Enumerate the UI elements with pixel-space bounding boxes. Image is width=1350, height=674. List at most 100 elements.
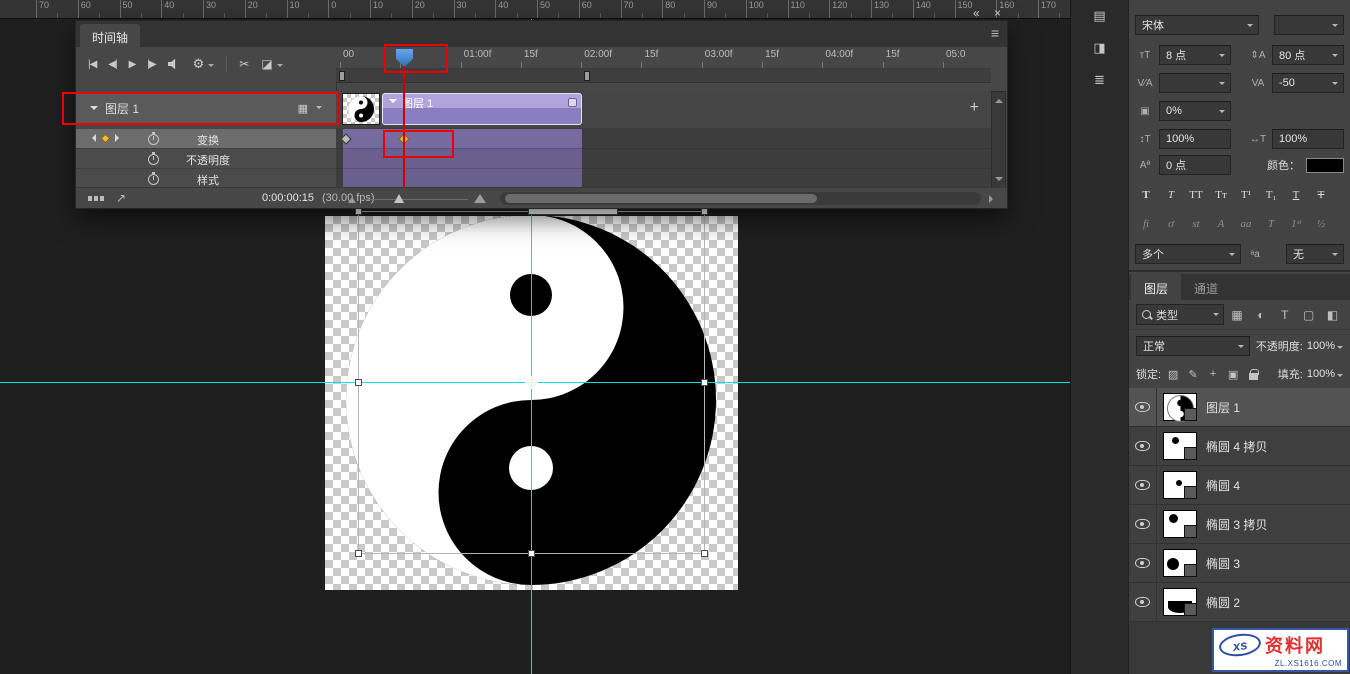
stopwatch-icon[interactable] [148, 154, 159, 165]
panel-menu-icon[interactable]: ≡ [991, 25, 999, 41]
tracking-select[interactable]: -50 [1272, 73, 1344, 93]
blend-mode-select[interactable]: 正常 [1136, 336, 1250, 356]
scroll-down-arrow-icon[interactable] [995, 177, 1003, 185]
add-keyframe-diamond-icon[interactable] [101, 133, 111, 143]
lock-transparency-icon[interactable]: ▨ [1165, 368, 1181, 381]
paragraph-panel-icon[interactable]: ≣ [1087, 69, 1113, 91]
property-row-header[interactable]: 样式 [76, 169, 336, 189]
layer-name[interactable]: 椭圆 4 [1206, 477, 1240, 494]
split-at-playhead-scissors-icon[interactable]: ✂ [239, 57, 249, 71]
layer-name[interactable]: 椭圆 4 拷贝 [1206, 438, 1267, 455]
stopwatch-icon[interactable] [148, 134, 159, 145]
property-row[interactable]: 变换 [76, 129, 989, 149]
layer-row[interactable]: 椭圆 3 [1129, 544, 1350, 583]
layer-visibility-eye-icon[interactable] [1135, 402, 1150, 412]
faux-italic-button[interactable]: T [1160, 189, 1182, 201]
scroll-up-arrow-icon[interactable] [995, 95, 1003, 103]
property-row-header[interactable]: 变换 [76, 129, 336, 149]
filter-type-layers-icon[interactable]: T [1274, 308, 1295, 322]
clipboard-panel-icon[interactable]: ▤ [1087, 5, 1113, 27]
previous-frame-button[interactable]: ◀| [108, 59, 116, 70]
layer-visibility-eye-icon[interactable] [1135, 597, 1150, 607]
layer-visibility-eye-icon[interactable] [1135, 519, 1150, 529]
collapse-panel-icon[interactable]: « [973, 6, 980, 20]
standard-ligatures-button[interactable]: fi [1135, 218, 1157, 230]
transform-handle-bottom-right[interactable] [701, 550, 708, 557]
layer-name[interactable]: 椭圆 3 [1206, 555, 1240, 572]
small-caps-button[interactable]: Tᴛ [1210, 189, 1232, 201]
contextual-alternates-button[interactable]: ơ [1160, 218, 1182, 230]
leading-input[interactable]: 80 点 [1272, 45, 1344, 65]
horizontal-scrollbar-thumb[interactable] [505, 194, 817, 203]
lock-paint-icon[interactable]: ✎ [1185, 368, 1201, 381]
discretionary-ligatures-button[interactable]: st [1185, 218, 1207, 230]
clip-corner-badge-icon[interactable] [568, 98, 577, 107]
transform-handle-top-right[interactable] [701, 208, 708, 215]
baseline-shift-input[interactable]: 0 点 [1159, 155, 1231, 175]
transform-handle-top-center[interactable] [528, 208, 618, 215]
layer-filter-type-select[interactable]: 类型 [1136, 304, 1224, 325]
layer-row[interactable]: 椭圆 4 拷贝 [1129, 427, 1350, 466]
text-color-swatch[interactable] [1306, 158, 1344, 173]
transform-handle-mid-left[interactable] [355, 379, 362, 386]
layer-visibility-eye-icon[interactable] [1135, 480, 1150, 490]
timeline-horizontal-scrollbar[interactable] [500, 192, 981, 205]
next-frame-button[interactable]: |▶ [147, 59, 155, 70]
layer-row[interactable]: 椭圆 2 [1129, 583, 1350, 622]
font-style-select[interactable] [1274, 15, 1344, 35]
layer-name[interactable]: 图层 1 [1206, 399, 1240, 416]
layer-thumbnail[interactable] [1163, 432, 1197, 460]
filter-smart-objects-icon[interactable]: ◧ [1322, 308, 1343, 322]
stylistic-alternates-button[interactable]: aa [1235, 218, 1257, 230]
transform-handle-bottom-left[interactable] [355, 550, 362, 557]
fractions-button[interactable]: ½ [1310, 218, 1332, 230]
transition-icon[interactable]: ◪ [261, 57, 272, 71]
transform-bounding-box[interactable] [358, 211, 705, 554]
multi-select[interactable]: 多个 [1135, 244, 1241, 264]
filter-adjustment-layers-icon[interactable]: ◐ [1251, 308, 1272, 322]
timeline-zoom-slider[interactable] [364, 199, 468, 200]
ordinals-button[interactable]: 1ˢᵗ [1285, 218, 1307, 230]
property-row[interactable]: 样式 [76, 169, 989, 189]
kerning-select[interactable] [1159, 73, 1231, 93]
layer-thumbnail[interactable] [1163, 510, 1197, 538]
layer-thumbnail[interactable] [1163, 471, 1197, 499]
layer-name[interactable]: 椭圆 2 [1206, 594, 1240, 611]
fill-value[interactable]: 100% [1307, 368, 1343, 380]
font-family-select[interactable]: 宋体 [1135, 15, 1259, 35]
all-caps-button[interactable]: TT [1185, 189, 1207, 201]
transform-reference-point[interactable] [527, 378, 536, 387]
font-size-input[interactable]: 8 点 [1159, 45, 1231, 65]
work-area-end-handle[interactable] [584, 71, 590, 81]
info-panel-icon[interactable]: ◨ [1087, 37, 1113, 59]
layer-row[interactable]: 椭圆 3 拷贝 [1129, 505, 1350, 544]
play-button[interactable]: ▶ [129, 59, 136, 70]
tsume-select[interactable]: 0% [1159, 101, 1231, 121]
layer-visibility-eye-icon[interactable] [1135, 441, 1150, 451]
clip-expand-chevron-icon[interactable] [389, 99, 397, 107]
video-clip[interactable]: 图层 1 [382, 93, 582, 125]
layer-row[interactable]: 图层 1 [1129, 388, 1350, 427]
layer-visibility-eye-icon[interactable] [1135, 558, 1150, 568]
previous-keyframe-icon[interactable] [88, 134, 96, 142]
horizontal-ruler[interactable]: 7060504030201001020304050607080901001101… [0, 0, 1070, 19]
language-select[interactable]: 无 [1286, 244, 1344, 264]
render-video-icon[interactable]: ↗ [116, 191, 126, 205]
vertical-scale-input[interactable]: 100% [1159, 129, 1231, 149]
next-keyframe-icon[interactable] [115, 134, 123, 142]
layer-row[interactable]: 椭圆 4 [1129, 466, 1350, 505]
underline-button[interactable]: T [1285, 189, 1307, 201]
property-row-header[interactable]: 不透明度 [76, 149, 336, 169]
opacity-value[interactable]: 100% [1307, 340, 1343, 352]
layer-thumbnail[interactable] [1163, 549, 1197, 577]
work-area-start-handle[interactable] [339, 71, 345, 81]
transform-handle-bottom-center[interactable] [528, 550, 535, 557]
swash-button[interactable]: A [1210, 218, 1232, 230]
timeline-vertical-scrollbar[interactable] [991, 91, 1006, 189]
lock-position-icon[interactable]: + [1205, 368, 1221, 380]
property-lane[interactable] [336, 169, 991, 189]
superscript-button[interactable]: T¹ [1235, 189, 1257, 201]
titling-alternates-button[interactable]: T [1260, 218, 1282, 230]
clip-thumbnail[interactable] [342, 93, 380, 125]
panel-tab[interactable]: 通道 [1181, 274, 1231, 300]
